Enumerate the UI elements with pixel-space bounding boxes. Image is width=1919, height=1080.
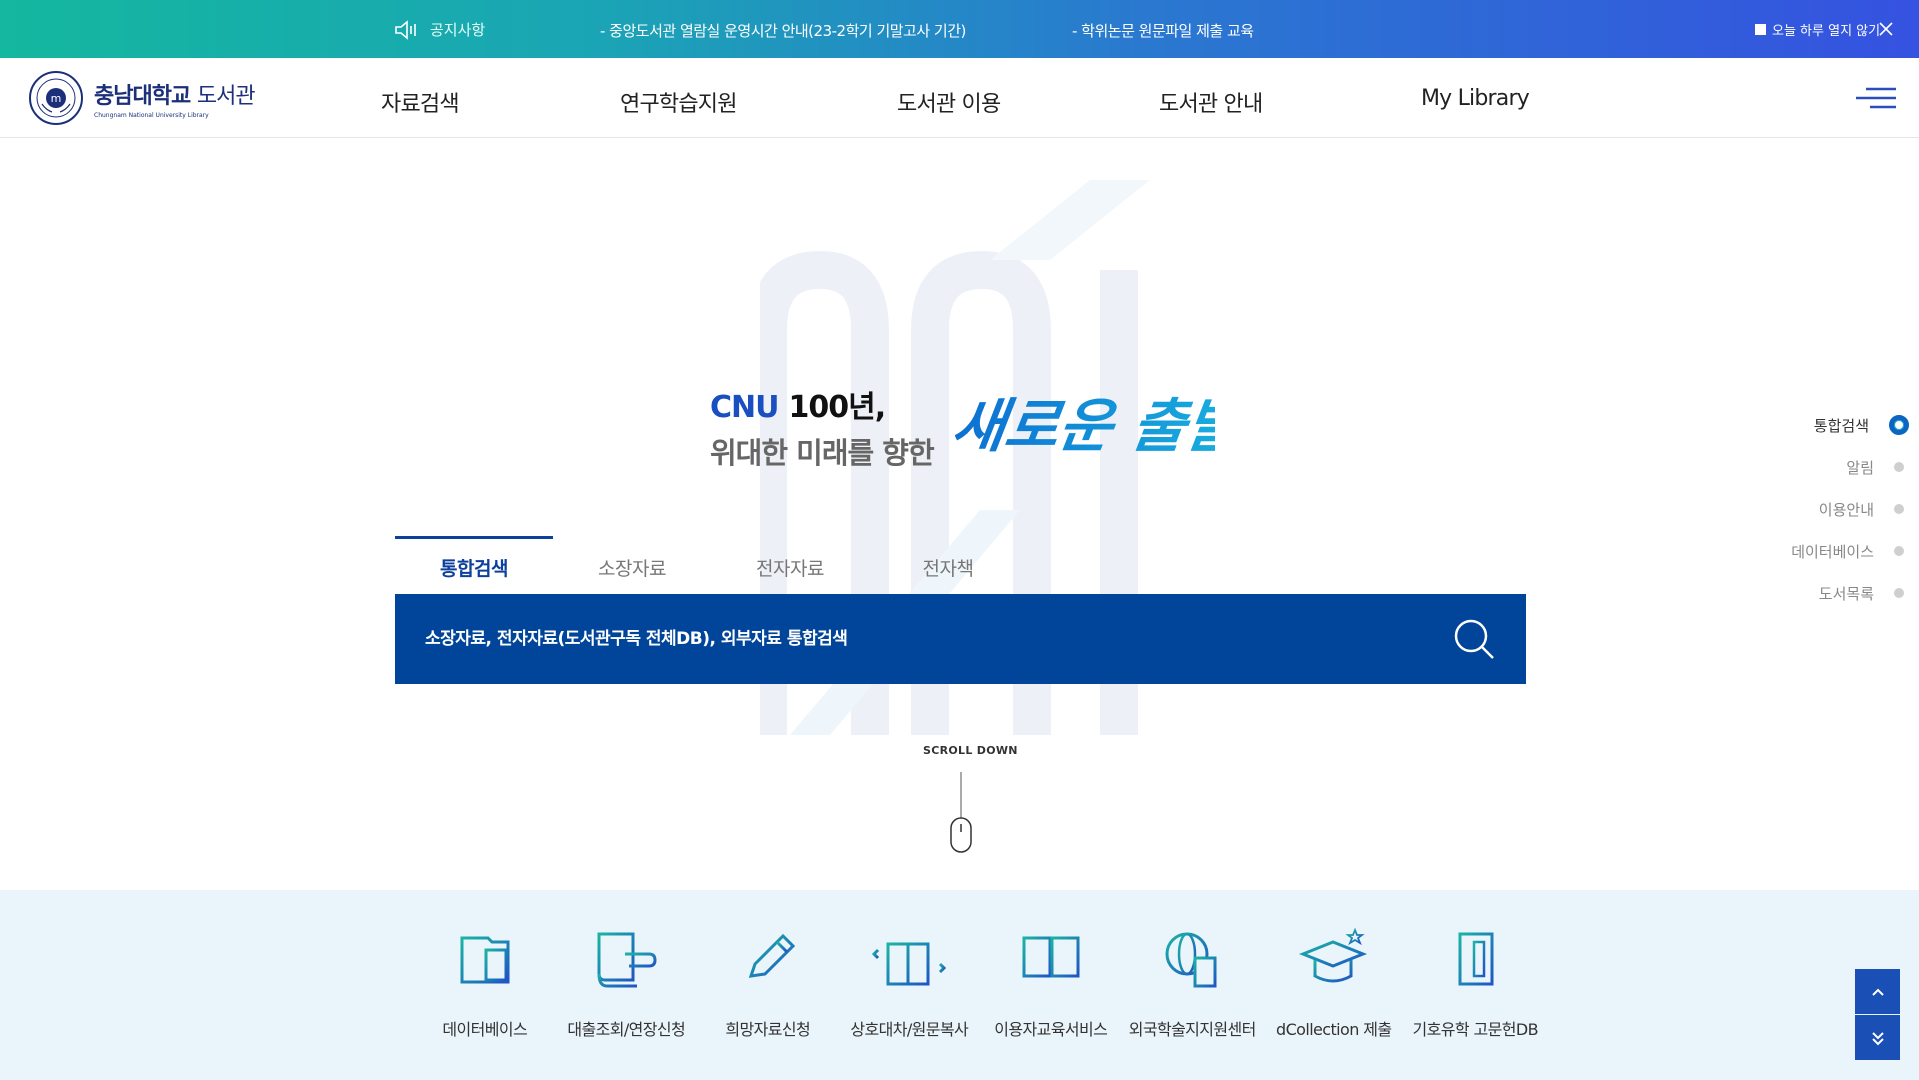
quick-item-foreign-journal[interactable]: 외국학술지지원센터 (1122, 924, 1264, 1040)
quick-item-database[interactable]: 데이터베이스 (414, 924, 556, 1040)
hero-slogan: CNU 100년, 위대한 미래를 향한 (710, 382, 935, 472)
slogan-script-logotype: 새로운 출발 (955, 392, 1215, 460)
quick-item-interlibrary[interactable]: 상호대차/원문복사 (839, 924, 981, 1040)
book-hand-icon (597, 932, 657, 988)
side-nav-label: 알림 (1846, 458, 1874, 477)
quick-item-label: 희망자료신청 (725, 1020, 811, 1039)
site-header: m 충남대학교 도서관 Chungnam National University… (0, 58, 1919, 138)
nav-item-research[interactable]: 연구학습지원 (620, 86, 737, 118)
notice-label[interactable]: 공지사항 (394, 19, 485, 40)
database-icon (460, 936, 510, 984)
hamburger-menu-icon[interactable] (1856, 86, 1896, 110)
slogan-script-text: 새로운 출발 (955, 392, 1215, 460)
logo-name: 충남대학교 (94, 83, 191, 109)
globe-document-icon (1165, 932, 1217, 988)
scroll-down-label: SCROLL DOWN (923, 744, 1018, 757)
search-box (395, 594, 1526, 684)
tab-holdings[interactable]: 소장자료 (553, 536, 711, 594)
quick-item-education[interactable]: 이용자교육서비스 (980, 924, 1122, 1040)
section-side-nav: 통합검색 알림 이용안내 데이터베이스 도서목록 (1740, 404, 1910, 614)
slogan-cnu: CNU (710, 390, 779, 425)
svg-text:m: m (51, 92, 62, 105)
quick-item-label: 외국학술지지원센터 (1128, 1020, 1257, 1039)
dot-icon (1894, 546, 1904, 556)
mouse-scroll-icon[interactable] (948, 772, 974, 854)
scroll-bottom-button[interactable] (1855, 1015, 1900, 1060)
dot-icon (1894, 504, 1904, 514)
pencil-icon (744, 933, 795, 986)
chevron-up-icon (1871, 988, 1884, 996)
notice-bar: 공지사항 - 중앙도서관 열람실 운영시간 안내(23-2학기 기말고사 기간)… (0, 0, 1919, 58)
quick-item-label: 이용자교육서비스 (994, 1020, 1108, 1039)
scroll-top-button[interactable] (1855, 969, 1900, 1014)
close-today-label: 오늘 하루 열지 않기 (1772, 24, 1881, 39)
nav-item-usage[interactable]: 도서관 이용 (897, 86, 1001, 118)
speaker-icon (395, 19, 416, 40)
quick-item-old-books[interactable]: 기호유학 고문헌DB (1405, 924, 1547, 1040)
quick-item-label: 상호대차/원문복사 (850, 1020, 969, 1039)
search-icon[interactable] (1452, 617, 1496, 661)
quick-item-dcollection[interactable]: dCollection 제출 (1263, 924, 1405, 1040)
side-nav-label: 도서목록 (1818, 584, 1874, 603)
search-tabs: 통합검색 소장자료 전자자료 전자책 (395, 536, 1525, 594)
quick-item-loan[interactable]: 대출조회/연장신청 (556, 924, 698, 1040)
slogan-year: 100년, (788, 390, 886, 425)
old-book-icon (1458, 932, 1494, 986)
side-nav-alerts[interactable]: 알림 (1740, 446, 1910, 488)
quick-item-label: dCollection 제출 (1276, 1020, 1392, 1039)
side-nav-label: 통합검색 (1813, 416, 1869, 435)
side-nav-book-list[interactable]: 도서목록 (1740, 572, 1910, 614)
nav-item-my-library[interactable]: My Library (1421, 86, 1530, 111)
graduation-cap-icon (1298, 927, 1367, 983)
slogan-line2: 위대한 미래를 향한 (710, 436, 935, 470)
side-nav-integrated-search[interactable]: 통합검색 (1740, 404, 1910, 446)
logo-english: Chungnam National University Library (94, 111, 209, 119)
logo-library: 도서관 (196, 83, 256, 109)
search-input[interactable] (395, 629, 1452, 649)
nav-item-search[interactable]: 자료검색 (381, 86, 460, 118)
checkbox-square-icon (1755, 24, 1766, 35)
side-nav-label: 데이터베이스 (1791, 542, 1874, 561)
quick-menu-section: 데이터베이스 대출조회/연장신청 희망자료신청 상호대차/원문복사 이용자교육서… (0, 890, 1919, 1080)
nav-item-guide[interactable]: 도서관 안내 (1159, 86, 1263, 118)
university-seal-icon: m (29, 71, 83, 125)
quick-item-label: 데이터베이스 (442, 1020, 528, 1039)
quick-item-request[interactable]: 희망자료신청 (697, 924, 839, 1040)
close-today-checkbox[interactable]: 오늘 하루 열지 않기 (1755, 20, 1880, 39)
tab-ebook[interactable]: 전자책 (869, 536, 1027, 594)
notice-link-2[interactable]: - 학위논문 원문파일 제출 교육 (1072, 20, 1254, 41)
close-icon[interactable] (1878, 21, 1894, 37)
tab-integrated-search[interactable]: 통합검색 (395, 536, 553, 594)
dot-icon (1894, 462, 1904, 472)
open-book-icon (1019, 936, 1082, 984)
double-chevron-down-icon (1871, 1031, 1884, 1045)
tab-electronic[interactable]: 전자자료 (711, 536, 869, 594)
active-dot-icon (1889, 415, 1909, 435)
side-nav-label: 이용안내 (1818, 500, 1874, 519)
dot-icon (1894, 588, 1904, 598)
side-nav-guide[interactable]: 이용안내 (1740, 488, 1910, 530)
quick-item-label: 대출조회/연장신청 (567, 1020, 686, 1039)
side-nav-database[interactable]: 데이터베이스 (1740, 530, 1910, 572)
notice-link-1[interactable]: - 중앙도서관 열람실 운영시간 안내(23-2학기 기말고사 기간) (600, 20, 966, 41)
notice-label-text: 공지사항 (430, 21, 486, 39)
quick-item-label: 기호유학 고문헌DB (1412, 1020, 1539, 1039)
book-arrows-icon (872, 942, 947, 986)
site-logo[interactable]: m 충남대학교 도서관 Chungnam National University… (28, 70, 256, 126)
